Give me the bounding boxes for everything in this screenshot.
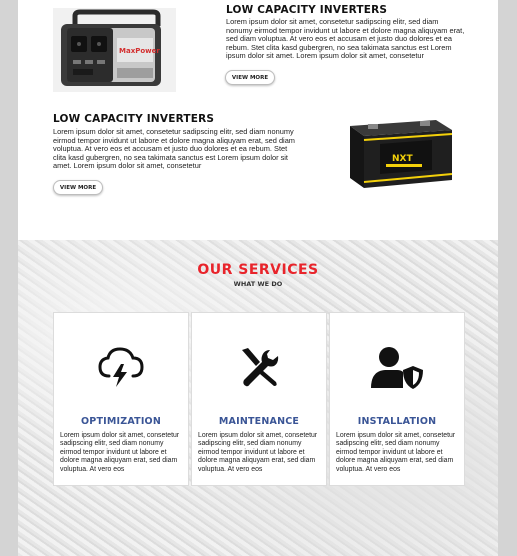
power-station-brand: MaxPower (119, 47, 160, 55)
service-description: Lorem ipsum dolor sit amet, consetetur s… (198, 432, 318, 473)
battery-image: NXT (340, 116, 456, 192)
service-title: OPTIMIZATION (81, 416, 161, 427)
cloud-lightning-icon (97, 346, 145, 393)
product-block-power-station: MaxPower LOW CAPACITY INVERTERS Lorem ip… (18, 0, 498, 110)
product-block-battery: LOW CAPACITY INVERTERS Lorem ipsum dolor… (18, 110, 498, 210)
services-subtitle: WHAT WE DO (233, 280, 283, 288)
power-station-image: MaxPower (53, 8, 176, 92)
tools-icon (238, 346, 280, 393)
service-title: INSTALLATION (357, 416, 437, 427)
service-description: Lorem ipsum dolor sit amet, consetetur s… (336, 432, 456, 473)
view-more-button[interactable]: VIEW MORE (225, 70, 275, 85)
product-description: Lorem ipsum dolor sit amet, consetetur s… (226, 17, 465, 61)
page-container: MaxPower LOW CAPACITY INVERTERS Lorem ip… (18, 0, 498, 556)
service-card-maintenance[interactable]: MAINTENANCE Lorem ipsum dolor sit amet, … (191, 312, 327, 486)
service-card-installation[interactable]: INSTALLATION Lorem ipsum dolor sit amet,… (329, 312, 465, 486)
user-shield-icon (369, 346, 425, 395)
service-description: Lorem ipsum dolor sit amet, consetetur s… (60, 432, 180, 473)
product-title: LOW CAPACITY INVERTERS (53, 113, 215, 125)
view-more-button[interactable]: VIEW MORE (53, 180, 103, 195)
product-description: Lorem ipsum dolor sit amet, consetetur s… (53, 127, 295, 171)
service-title: MAINTENANCE (218, 416, 300, 427)
battery-brand: NXT (392, 154, 413, 164)
services-title: OUR SERVICES (197, 262, 319, 278)
services-section: OUR SERVICES WHAT WE DO OPTIMIZATION Lor… (18, 240, 498, 556)
product-title: LOW CAPACITY INVERTERS (226, 4, 388, 16)
service-card-optimization[interactable]: OPTIMIZATION Lorem ipsum dolor sit amet,… (53, 312, 189, 486)
